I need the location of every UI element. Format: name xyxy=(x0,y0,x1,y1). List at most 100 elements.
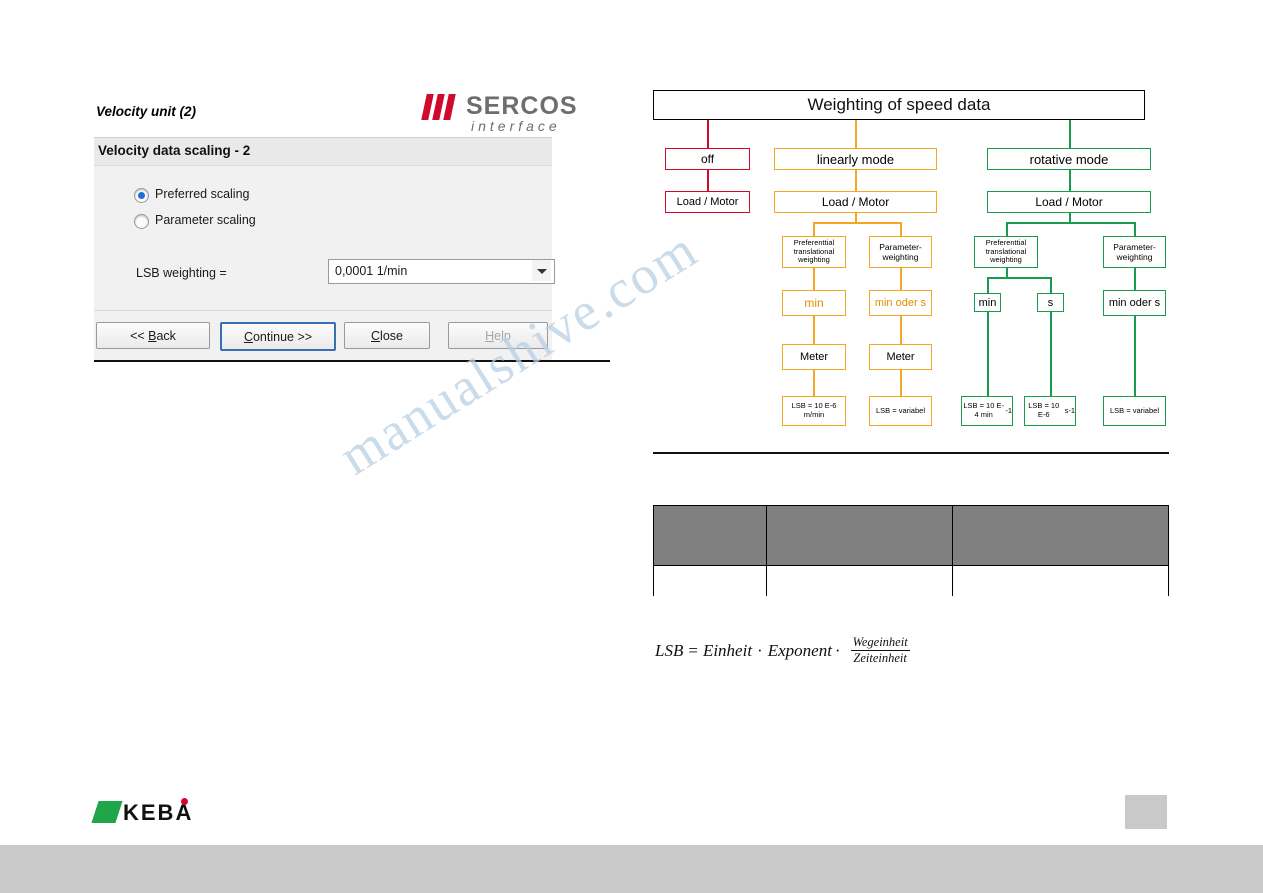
flow-box-rot-param-weighting: Parameter-weighting xyxy=(1103,236,1166,268)
flow-line-linear-right-3 xyxy=(900,316,902,344)
dialog-footer: << Back Continue >> Close Help xyxy=(94,310,552,361)
lsb-weighting-value: 0,0001 1/min xyxy=(335,264,408,278)
continue-button[interactable]: Continue >> xyxy=(220,322,336,351)
flow-line-off-2 xyxy=(707,170,709,191)
formula-lhs: LSB xyxy=(655,640,684,660)
radio-parameter-scaling-indicator[interactable] xyxy=(134,214,149,229)
flow-box-off: off xyxy=(665,148,750,170)
flow-box-rot-lsb-a-sup: -1 xyxy=(1005,405,1012,415)
flow-box-rot-unit-min-s: min oder s xyxy=(1103,290,1166,316)
table-cell-3 xyxy=(953,566,1168,596)
flow-box-rot-lsb-b: LSB = 10 E-6 s -1 xyxy=(1024,396,1076,426)
flow-line-rot-split-bar xyxy=(1006,222,1135,224)
flow-box-rot-lsb-b-sup: -1 xyxy=(1068,405,1075,415)
flow-box-linear-mode: linearly mode xyxy=(774,148,937,170)
flow-line-linear-left xyxy=(813,222,815,237)
lsb-weighting-select[interactable]: 0,0001 1/min xyxy=(328,259,555,284)
sercos-logo: SERCOS interface xyxy=(421,92,577,140)
formula-fraction: Wegeinheit Zeiteinheit xyxy=(850,635,910,666)
help-button[interactable]: Help xyxy=(448,322,548,349)
flow-line-linear-split-bar xyxy=(813,222,901,224)
flow-line-rotative-2 xyxy=(1069,170,1071,191)
table-row xyxy=(654,565,1168,596)
flow-line-rot-right xyxy=(1134,222,1136,237)
flow-line-rot-right-2 xyxy=(1134,268,1136,290)
keba-logo: KEBA xyxy=(91,798,205,826)
flow-line-linear-left-2 xyxy=(813,268,815,291)
dialog-section-header: Velocity data scaling - 2 xyxy=(94,137,552,166)
flow-line-rot-right-3 xyxy=(1134,316,1136,396)
table-cell-1 xyxy=(654,566,767,596)
flow-box-linear-param-weighting: Parameter-weighting xyxy=(869,236,932,268)
flow-line-rot-left-bar xyxy=(987,277,1051,279)
flow-line-rot-left-b xyxy=(1050,277,1052,294)
formula-equals: = xyxy=(688,640,698,660)
flow-line-rot-left xyxy=(1006,222,1008,237)
table-header-cell-3 xyxy=(953,506,1168,565)
formula-term1: Einheit xyxy=(702,640,753,660)
flow-box-rot-lsb-b-text: LSB = 10 E-6 xyxy=(1028,401,1060,419)
flow-box-off-load-motor: Load / Motor xyxy=(665,191,750,213)
flow-box-linear-lsb-left: LSB = 10 E-6 m/min xyxy=(782,396,846,426)
flow-box-linear-load-motor: Load / Motor xyxy=(774,191,937,213)
page-number-box xyxy=(1125,795,1167,829)
chevron-down-icon[interactable] xyxy=(532,260,551,281)
flow-box-rotative-load-motor: Load / Motor xyxy=(987,191,1151,213)
lsb-weighting-label: LSB weighting = xyxy=(136,266,227,280)
flow-box-rot-lsb-right: LSB = variabel xyxy=(1103,396,1166,426)
formula-dot-2: · xyxy=(834,640,841,660)
flow-line-linear-right-2 xyxy=(900,268,902,291)
flow-box-linear-unit-min: min xyxy=(782,290,846,316)
flow-line-rot-left-a2 xyxy=(987,312,989,396)
flow-underline-rule xyxy=(653,452,1169,454)
table-header-cell-1 xyxy=(654,506,767,565)
footer-bar xyxy=(0,845,1263,893)
flow-box-rotative-mode: rotative mode xyxy=(987,148,1151,170)
flow-box-linear-length-right: Meter xyxy=(869,344,932,370)
table-cell-2 xyxy=(767,566,953,596)
flow-line-linear-right-4 xyxy=(900,370,902,397)
flow-line-linear-left-4 xyxy=(813,370,815,397)
formula-dot-1: · xyxy=(757,640,763,660)
formula-denominator: Zeiteinheit xyxy=(853,651,907,666)
flow-line-linear-left-3 xyxy=(813,316,815,344)
sercos-wordmark: SERCOS xyxy=(466,92,578,120)
flow-box-rot-pref-weighting: Preferenttial translational weighting xyxy=(974,236,1038,268)
flow-box-linear-pref-weighting: Preferenttial translational weighting xyxy=(782,236,846,268)
sercos-bars-icon xyxy=(421,94,462,120)
flow-box-linear-lsb-right: LSB = variabel xyxy=(869,396,932,426)
flow-line-linear-right xyxy=(900,222,902,237)
flow-box-linear-unit-min-s: min oder s xyxy=(869,290,932,316)
flow-box-linear-length-left: Meter xyxy=(782,344,846,370)
radio-parameter-scaling-label: Parameter scaling xyxy=(155,213,256,227)
flow-box-rot-unit-s: s xyxy=(1037,293,1064,312)
flow-box-rot-lsb-a: LSB = 10 E-4 min -1 xyxy=(961,396,1013,426)
sercos-subtitle: interface xyxy=(471,118,561,134)
formula-numerator: Wegeinheit xyxy=(850,635,910,652)
document-page: Velocity unit (2) SERCOS interface Veloc… xyxy=(0,0,1263,893)
flow-box-rot-unit-min: min xyxy=(974,293,1001,312)
back-button[interactable]: << Back xyxy=(96,322,210,349)
table-header-row xyxy=(654,506,1168,565)
flow-box-rot-lsb-a-text: LSB = 10 E-4 min xyxy=(963,401,1004,419)
lsb-formula: LSB = Einheit · Exponent · Wegeinheit Ze… xyxy=(655,635,910,666)
data-table xyxy=(653,505,1169,596)
dialog-window-title: Velocity unit (2) xyxy=(96,104,197,119)
keba-dot-icon xyxy=(181,798,188,805)
radio-preferred-scaling-label: Preferred scaling xyxy=(155,187,250,201)
flow-diagram: Weighting of speed data off linearly mod… xyxy=(653,90,1173,440)
dialog-titlebar: Velocity unit (2) SERCOS interface xyxy=(94,92,577,140)
radio-preferred-scaling-indicator[interactable] xyxy=(134,188,149,203)
flow-line-linear-2 xyxy=(855,170,857,191)
table-header-cell-2 xyxy=(767,506,953,565)
flow-title: Weighting of speed data xyxy=(653,90,1145,120)
dialog-body: Preferred scaling Parameter scaling LSB … xyxy=(94,165,555,311)
dialog-section-title: Velocity data scaling - 2 xyxy=(98,143,251,158)
flow-line-rot-left-a xyxy=(987,277,989,294)
flow-line-rot-left-b2 xyxy=(1050,312,1052,396)
velocity-unit-dialog: Velocity unit (2) SERCOS interface Veloc… xyxy=(94,92,577,361)
keba-slash-icon xyxy=(91,801,123,823)
close-button[interactable]: Close xyxy=(344,322,430,349)
dialog-underline-rule xyxy=(94,360,610,362)
formula-term2: Exponent xyxy=(767,640,832,660)
